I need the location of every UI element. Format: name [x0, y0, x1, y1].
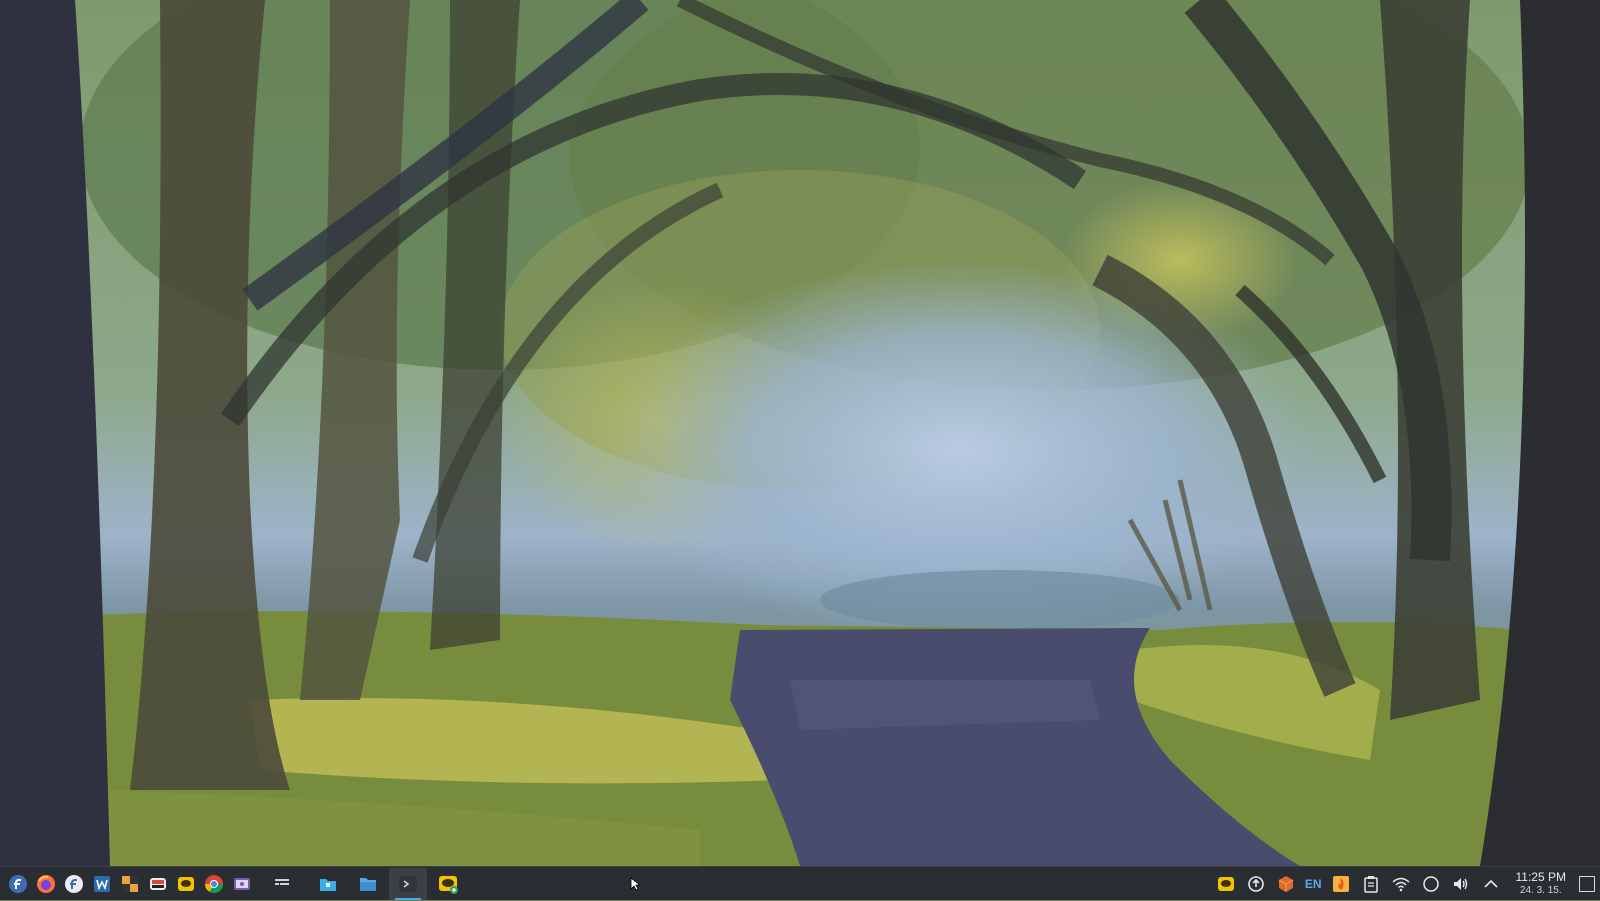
window-manager-icon[interactable]	[270, 872, 294, 896]
clock-date: 24. 3. 15.	[1519, 884, 1562, 896]
taskbar: EN 11:25 PM 24. 3. 15.	[0, 866, 1600, 900]
chrome-icon[interactable]	[202, 872, 226, 896]
update-tray-icon[interactable]	[1244, 872, 1268, 896]
files-task-icon[interactable]	[309, 868, 347, 900]
mouse-cursor-icon	[630, 877, 640, 891]
folder-task-icon[interactable]	[349, 868, 387, 900]
chevron-up-icon[interactable]	[1479, 872, 1503, 896]
volume-icon[interactable]	[1449, 872, 1473, 896]
fedora-icon[interactable]	[6, 872, 30, 896]
puzzle-game-icon[interactable]	[118, 872, 142, 896]
clock-time: 11:25 PM	[1515, 870, 1566, 885]
clipboard-tray-icon[interactable]	[1359, 872, 1383, 896]
screenshot-app-icon[interactable]	[230, 872, 254, 896]
fedora-media-writer-icon[interactable]	[62, 872, 86, 896]
chat-app-icon[interactable]	[174, 872, 198, 896]
wifi-icon[interactable]	[1389, 872, 1413, 896]
keyboard-layout-indicator[interactable]: EN	[1305, 877, 1322, 891]
firefox-icon[interactable]	[34, 872, 58, 896]
flame-tray-icon[interactable]	[1329, 872, 1353, 896]
chat-tray-icon[interactable]	[1214, 872, 1238, 896]
digital-clock[interactable]: 11:25 PM 24. 3. 15.	[1515, 870, 1566, 896]
package-tray-icon[interactable]	[1274, 872, 1298, 896]
system-tray: EN 11:25 PM 24. 3. 15.	[1211, 867, 1600, 900]
night-light-icon[interactable]	[1419, 872, 1443, 896]
desktop-wallpaper	[0, 0, 1600, 866]
show-desktop-icon[interactable]	[1574, 867, 1600, 901]
writer-icon[interactable]	[90, 872, 114, 896]
launcher-area	[0, 867, 468, 900]
chat-add-task-icon[interactable]	[429, 868, 467, 900]
terminal-task-icon[interactable]	[389, 867, 427, 900]
sushi-app-icon[interactable]	[146, 872, 170, 896]
